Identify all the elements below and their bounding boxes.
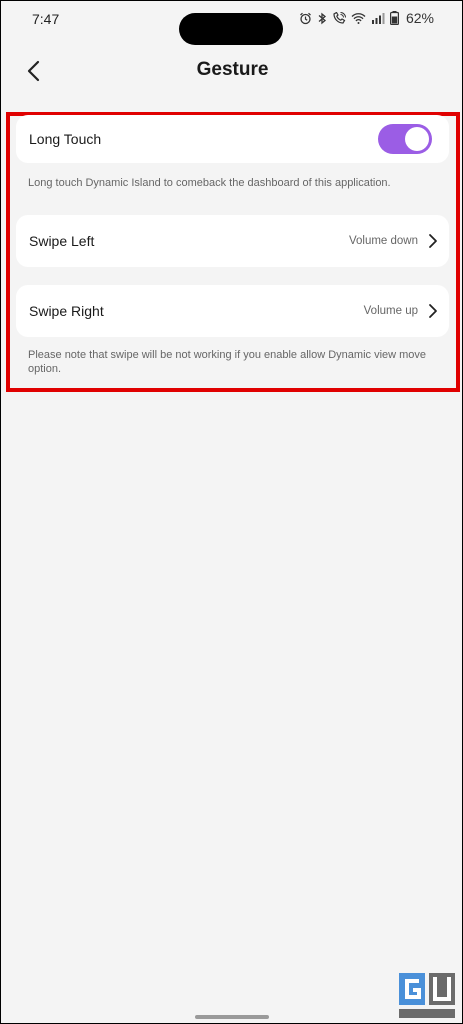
long-touch-label: Long Touch bbox=[29, 131, 102, 147]
wifi-calling-icon bbox=[332, 11, 346, 25]
status-icons: 62% bbox=[299, 10, 434, 26]
chevron-right-icon bbox=[429, 234, 437, 248]
swipe-left-row[interactable]: Swipe Left Volume down bbox=[16, 215, 449, 267]
long-touch-toggle[interactable] bbox=[378, 124, 432, 154]
status-bar: 7:47 62% bbox=[1, 1, 463, 45]
page-title: Gesture bbox=[196, 59, 269, 80]
swipe-right-row[interactable]: Swipe Right Volume up bbox=[16, 285, 449, 337]
swipe-left-label: Swipe Left bbox=[29, 233, 95, 249]
toggle-knob bbox=[405, 127, 429, 151]
long-touch-row[interactable]: Long Touch bbox=[16, 115, 449, 163]
header: Gesture bbox=[1, 53, 463, 89]
wifi-icon bbox=[351, 12, 366, 24]
swipe-right-label: Swipe Right bbox=[29, 303, 104, 319]
long-touch-description: Long touch Dynamic Island to comeback th… bbox=[28, 177, 391, 189]
bluetooth-icon bbox=[317, 12, 327, 25]
battery-level: 62% bbox=[405, 10, 434, 26]
battery-icon bbox=[389, 11, 399, 25]
swipe-note: Please note that swipe will be not worki… bbox=[28, 349, 427, 375]
home-indicator bbox=[195, 1015, 269, 1019]
camera-cutout bbox=[179, 13, 283, 45]
status-time: 7:47 bbox=[32, 11, 60, 27]
alarm-icon bbox=[299, 12, 312, 25]
chevron-right-icon bbox=[429, 304, 437, 318]
watermark-logo bbox=[398, 971, 456, 1019]
swipe-left-value: Volume down bbox=[348, 235, 418, 247]
signal-icon bbox=[371, 12, 385, 24]
swipe-right-value: Volume up bbox=[363, 305, 418, 317]
